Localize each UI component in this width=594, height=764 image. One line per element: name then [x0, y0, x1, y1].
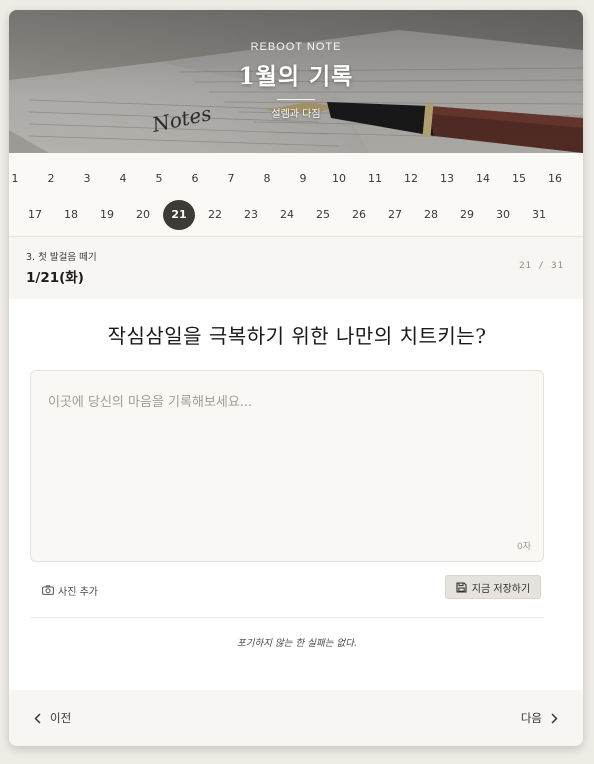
chevron-right-icon	[551, 712, 558, 724]
motivational-quote: 포기하지 않는 한 실패는 없다.	[237, 638, 357, 649]
title-divider	[277, 99, 315, 100]
day-7[interactable]: 7	[215, 164, 247, 194]
day-2[interactable]: 2	[35, 164, 67, 194]
day-6[interactable]: 6	[179, 164, 211, 194]
day-16[interactable]: 16	[539, 164, 571, 194]
day-25[interactable]: 25	[307, 200, 339, 230]
hero-banner: Notes REBOOT NOTE 1월의 기록 설렘과 다짐	[9, 10, 583, 153]
day-27[interactable]: 27	[379, 200, 411, 230]
day-22[interactable]: 22	[199, 200, 231, 230]
day-1[interactable]: 1	[9, 164, 31, 194]
day-30[interactable]: 30	[487, 200, 519, 230]
question-title: 작심삼일을 극복하기 위한 나만의 치트키는?	[107, 324, 487, 348]
day-14[interactable]: 14	[467, 164, 499, 194]
day-31[interactable]: 31	[523, 200, 555, 230]
entry-counter: 21 / 31	[519, 261, 564, 271]
day-3[interactable]: 3	[71, 164, 103, 194]
day-13[interactable]: 13	[431, 164, 463, 194]
day-17[interactable]: 17	[19, 200, 51, 230]
prev-label: 이전	[50, 711, 72, 725]
day-8[interactable]: 8	[251, 164, 283, 194]
answer-textarea[interactable]	[31, 371, 543, 561]
day-5[interactable]: 5	[143, 164, 175, 194]
day-19[interactable]: 19	[91, 200, 123, 230]
day-28[interactable]: 28	[415, 200, 447, 230]
day-12[interactable]: 12	[395, 164, 427, 194]
next-button[interactable]: 다음	[521, 709, 558, 727]
day-18[interactable]: 18	[55, 200, 87, 230]
entry-date: 1/21(화)	[26, 270, 84, 286]
camera-icon	[42, 585, 54, 595]
char-count: 0자	[516, 542, 531, 552]
add-photo-button[interactable]: 사진 추가	[42, 581, 98, 599]
day-11[interactable]: 11	[359, 164, 391, 194]
content-divider	[30, 617, 544, 618]
hero-eyebrow: REBOOT NOTE	[250, 41, 342, 53]
page-title: 1월의 기록	[238, 63, 354, 90]
day-selector: 1 2 3 4 5 6 7 8 9 10 11 12 13 14 15 16 1…	[9, 153, 583, 237]
save-button[interactable]: 지금 저장하기	[445, 575, 541, 599]
next-label: 다음	[520, 711, 542, 725]
entry-category: 3. 첫 발걸음 떼기	[26, 252, 97, 263]
footer-nav: 이전 다음	[9, 690, 583, 746]
hero-subtitle: 설렘과 다짐	[271, 109, 321, 120]
day-4[interactable]: 4	[107, 164, 139, 194]
entry-header: 3. 첫 발걸음 떼기 1/21(화) 21 / 31	[9, 237, 583, 299]
floppy-disk-icon	[456, 581, 467, 593]
day-21-selected[interactable]: 21	[163, 200, 195, 230]
prev-button[interactable]: 이전	[34, 709, 71, 727]
day-10[interactable]: 10	[323, 164, 355, 194]
day-29[interactable]: 29	[451, 200, 483, 230]
day-20[interactable]: 20	[127, 200, 159, 230]
add-photo-label: 사진 추가	[58, 586, 98, 598]
answer-box: 0자	[30, 370, 544, 562]
day-9[interactable]: 9	[287, 164, 319, 194]
day-23[interactable]: 23	[235, 200, 267, 230]
day-24[interactable]: 24	[271, 200, 303, 230]
save-label: 지금 저장하기	[471, 583, 531, 595]
day-15[interactable]: 15	[503, 164, 535, 194]
chevron-left-icon	[34, 712, 41, 724]
day-26[interactable]: 26	[343, 200, 375, 230]
